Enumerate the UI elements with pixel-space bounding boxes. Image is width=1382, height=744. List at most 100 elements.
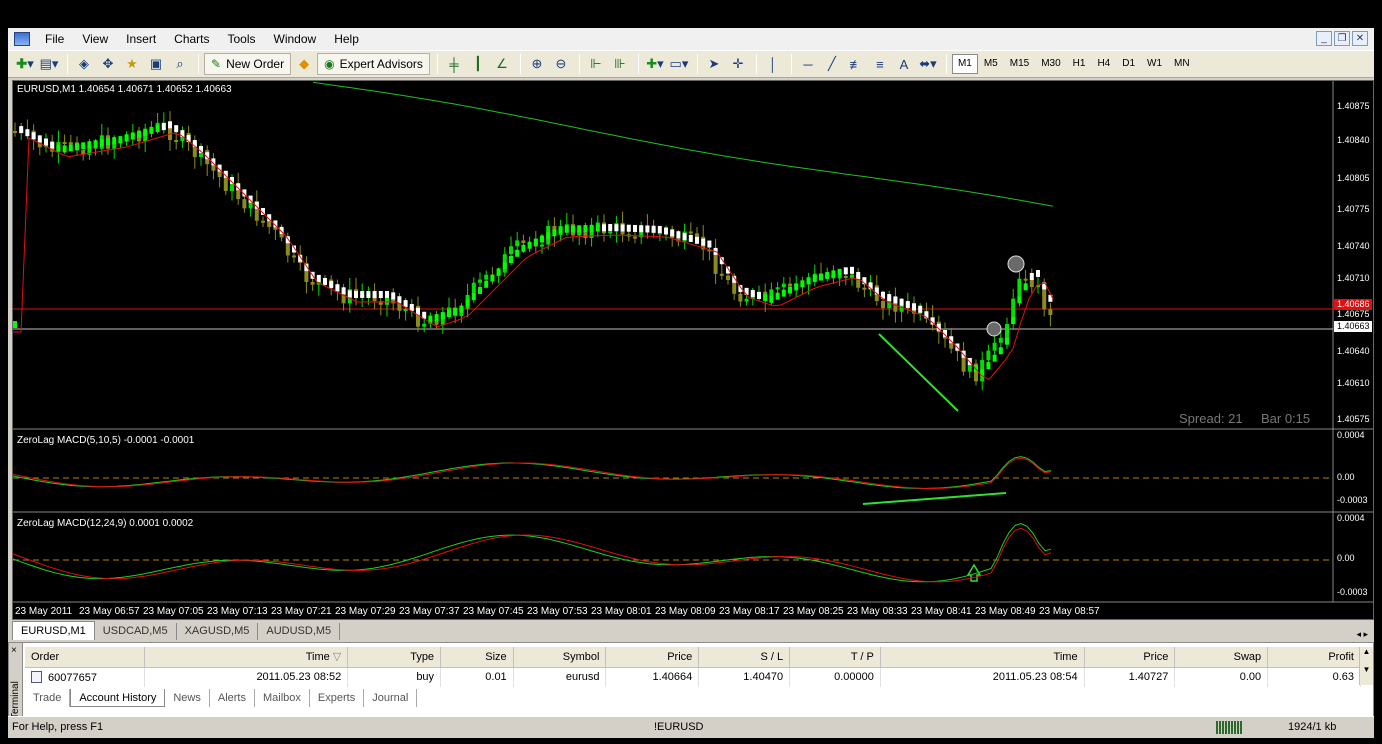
trendline-icon[interactable]: ╱ bbox=[821, 53, 843, 75]
col-size[interactable]: Size bbox=[440, 647, 514, 668]
cursor-icon[interactable]: ➤ bbox=[703, 53, 725, 75]
minimize-icon[interactable]: _ bbox=[1316, 31, 1332, 46]
candle-body bbox=[68, 142, 73, 145]
folder-icon[interactable]: ★ bbox=[121, 53, 143, 75]
zoom-in-icon[interactable]: ⊕ bbox=[526, 53, 548, 75]
col-price[interactable]: Price bbox=[605, 647, 700, 668]
col-swap[interactable]: Swap bbox=[1174, 647, 1269, 668]
tab-account-history[interactable]: Account History bbox=[70, 689, 166, 707]
col-time[interactable]: Time ▽ bbox=[144, 647, 349, 668]
arrows-icon[interactable]: ⬌▾ bbox=[917, 53, 939, 75]
buy-entry-marker[interactable] bbox=[986, 321, 1002, 337]
cell-swap: 0.00 bbox=[1174, 667, 1269, 687]
col-symbol[interactable]: Symbol bbox=[513, 647, 607, 668]
vertical-line-icon[interactable]: │ bbox=[762, 53, 784, 75]
zerolag-dot bbox=[577, 225, 582, 233]
crosshair-icon[interactable]: ✛ bbox=[727, 53, 749, 75]
timeframe-h1[interactable]: H1 bbox=[1067, 54, 1092, 74]
zerolag-dot bbox=[986, 362, 991, 370]
timeframe-m1[interactable]: M1 bbox=[951, 54, 978, 74]
tab-experts[interactable]: Experts bbox=[310, 689, 365, 707]
timeframe-h4[interactable]: H4 bbox=[1091, 54, 1116, 74]
chart-shift-icon[interactable]: ⊪ bbox=[609, 53, 631, 75]
zoom-out-icon[interactable]: ⊖ bbox=[550, 53, 572, 75]
new-order-button[interactable]: ✎ New Order bbox=[204, 53, 292, 75]
exit-marker[interactable] bbox=[1007, 255, 1025, 273]
zerolag-dot bbox=[912, 303, 916, 311]
tab-news[interactable]: News bbox=[165, 689, 210, 707]
expert-advisors-button[interactable]: ◉ Expert Advisors bbox=[317, 53, 430, 75]
terminal-icon[interactable]: ▣ bbox=[145, 53, 167, 75]
zerolag-dot bbox=[496, 268, 501, 276]
col-order[interactable]: Order bbox=[25, 647, 145, 668]
col-close-time[interactable]: Time bbox=[880, 647, 1085, 668]
menu-charts[interactable]: Charts bbox=[165, 28, 218, 50]
col-sl[interactable]: S / L bbox=[698, 647, 791, 668]
close-icon[interactable]: ✕ bbox=[1352, 31, 1368, 46]
terminal-close-icon[interactable]: × bbox=[11, 645, 17, 656]
bar-chart-icon[interactable]: ╪ bbox=[443, 53, 465, 75]
menu-help[interactable]: Help bbox=[325, 28, 368, 50]
price-tick-label: 1.40675 bbox=[1337, 309, 1370, 319]
timeframe-w1[interactable]: W1 bbox=[1141, 54, 1168, 74]
col-profit[interactable]: Profit bbox=[1267, 647, 1361, 668]
timeframe-m5[interactable]: M5 bbox=[978, 54, 1004, 74]
horizontal-line-icon[interactable]: ─ bbox=[797, 53, 819, 75]
macd-trendline[interactable] bbox=[862, 492, 1007, 505]
zerolag-dot bbox=[626, 224, 631, 232]
metaeditor-icon[interactable]: ◆ bbox=[293, 53, 315, 75]
table-scrollbar[interactable]: ▲ ▼ bbox=[1359, 647, 1373, 685]
chart-tab-xagusd[interactable]: XAGUSD,M5 bbox=[177, 623, 259, 640]
col-type[interactable]: Type bbox=[347, 647, 442, 668]
price-chart[interactable]: EURUSD,M1 1.40654 1.40671 1.40652 1.4066… bbox=[13, 81, 1373, 619]
menu-bar: File View Insert Charts Tools Window Hel… bbox=[8, 28, 1374, 50]
candlestick-icon[interactable]: ┃ bbox=[467, 53, 489, 75]
line-chart-icon[interactable]: ∠ bbox=[491, 53, 513, 75]
tab-scroll-icon[interactable]: ◂ ▸ bbox=[1356, 629, 1374, 640]
timeframe-m30[interactable]: M30 bbox=[1035, 54, 1066, 74]
zerolag-dot bbox=[465, 299, 470, 307]
tab-journal[interactable]: Journal bbox=[364, 689, 418, 707]
auto-scroll-icon[interactable]: ⊩ bbox=[585, 53, 607, 75]
indicators-icon[interactable]: ✚ ▾ bbox=[644, 53, 666, 75]
col-close-price[interactable]: Price bbox=[1084, 647, 1176, 668]
menu-tools[interactable]: Tools bbox=[219, 28, 265, 50]
menu-file[interactable]: File bbox=[36, 28, 73, 50]
zerolag-dot bbox=[614, 224, 619, 232]
periods-icon[interactable]: ▭▾ bbox=[668, 53, 690, 75]
zerolag-dot bbox=[645, 225, 650, 233]
zerolag-dot bbox=[149, 126, 154, 134]
menu-window[interactable]: Window bbox=[265, 28, 326, 50]
tab-mailbox[interactable]: Mailbox bbox=[255, 689, 310, 707]
zerolag-dot bbox=[899, 298, 904, 306]
menu-insert[interactable]: Insert bbox=[117, 28, 165, 50]
zerolag-dot bbox=[825, 271, 830, 279]
restore-icon[interactable]: ❐ bbox=[1334, 31, 1350, 46]
menu-view[interactable]: View bbox=[73, 28, 117, 50]
table-row[interactable]: 60077657 2011.05.23 08:52 buy 0.01 eurus… bbox=[25, 667, 1361, 687]
zerolag-dot bbox=[13, 321, 17, 328]
chart-window[interactable]: EURUSD,M1 1.40654 1.40671 1.40652 1.4066… bbox=[12, 80, 1374, 620]
fibonacci-icon[interactable]: ≡ bbox=[869, 53, 891, 75]
chart-tab-usdcad[interactable]: USDCAD,M5 bbox=[95, 623, 177, 640]
price-trendline[interactable] bbox=[878, 333, 959, 412]
market-watch-icon[interactable]: ◈ bbox=[73, 53, 95, 75]
crosshair-nav-icon[interactable]: ✥ bbox=[97, 53, 119, 75]
profiles-icon[interactable]: ▤▾ bbox=[38, 53, 60, 75]
zerolag-dot bbox=[174, 125, 179, 133]
timeframe-m15[interactable]: M15 bbox=[1004, 54, 1035, 74]
timeframe-mn[interactable]: MN bbox=[1168, 54, 1196, 74]
new-chart-icon[interactable]: ✚ ▾ bbox=[14, 53, 36, 75]
zerolag-dot bbox=[168, 121, 172, 129]
app-icon bbox=[14, 32, 30, 46]
tab-alerts[interactable]: Alerts bbox=[210, 689, 255, 707]
candle-body bbox=[1023, 278, 1028, 281]
col-tp[interactable]: T / P bbox=[789, 647, 881, 668]
timeframe-d1[interactable]: D1 bbox=[1116, 54, 1141, 74]
strategy-tester-icon[interactable]: ⌕ bbox=[169, 53, 191, 75]
text-tool-icon[interactable]: A bbox=[893, 53, 915, 75]
chart-tab-eurusd[interactable]: EURUSD,M1 bbox=[12, 621, 95, 640]
tab-trade[interactable]: Trade bbox=[25, 689, 71, 707]
channel-icon[interactable]: ≢ bbox=[845, 53, 867, 75]
chart-tab-audusd[interactable]: AUDUSD,M5 bbox=[258, 623, 341, 640]
